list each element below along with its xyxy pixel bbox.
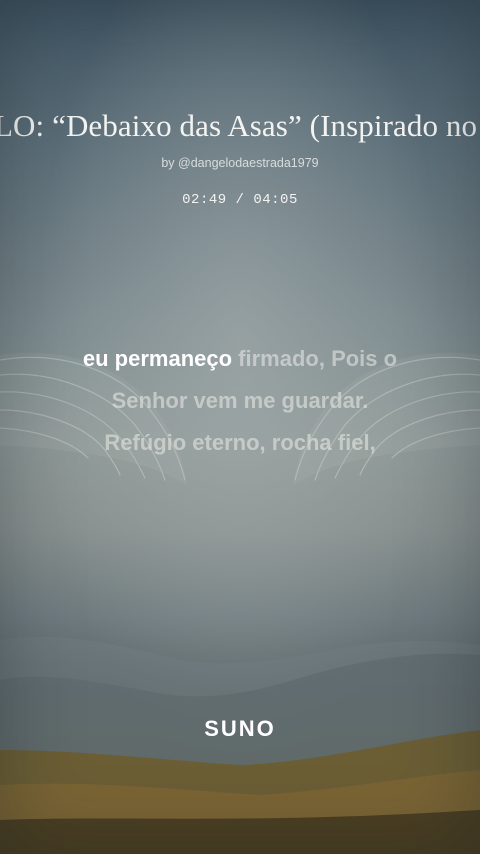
song-title-marquee: LO: “Debaixo das Asas” (Inspirado no Sa	[0, 108, 480, 152]
artist-byline[interactable]: by @dangelodaestrada1979	[0, 156, 480, 170]
lyric-sung-text: eu permaneço	[82, 346, 233, 371]
lyric-line-current: eu permaneço firmado, Pois o	[0, 338, 480, 380]
lyric-unsung-text: firmado, Pois o	[232, 346, 398, 371]
lyrics-panel: eu permaneço firmado, Pois o Senhor vem …	[0, 338, 480, 464]
song-title: LO: “Debaixo das Asas” (Inspirado no Sa	[0, 108, 480, 143]
playback-time: 02:49 / 04:05	[182, 192, 298, 208]
lyric-line-upcoming: Refúgio eterno, rocha fiel,	[104, 430, 376, 455]
lyric-line-next: Senhor vem me guardar.	[111, 388, 369, 413]
suno-logo: SUNO	[204, 716, 276, 741]
